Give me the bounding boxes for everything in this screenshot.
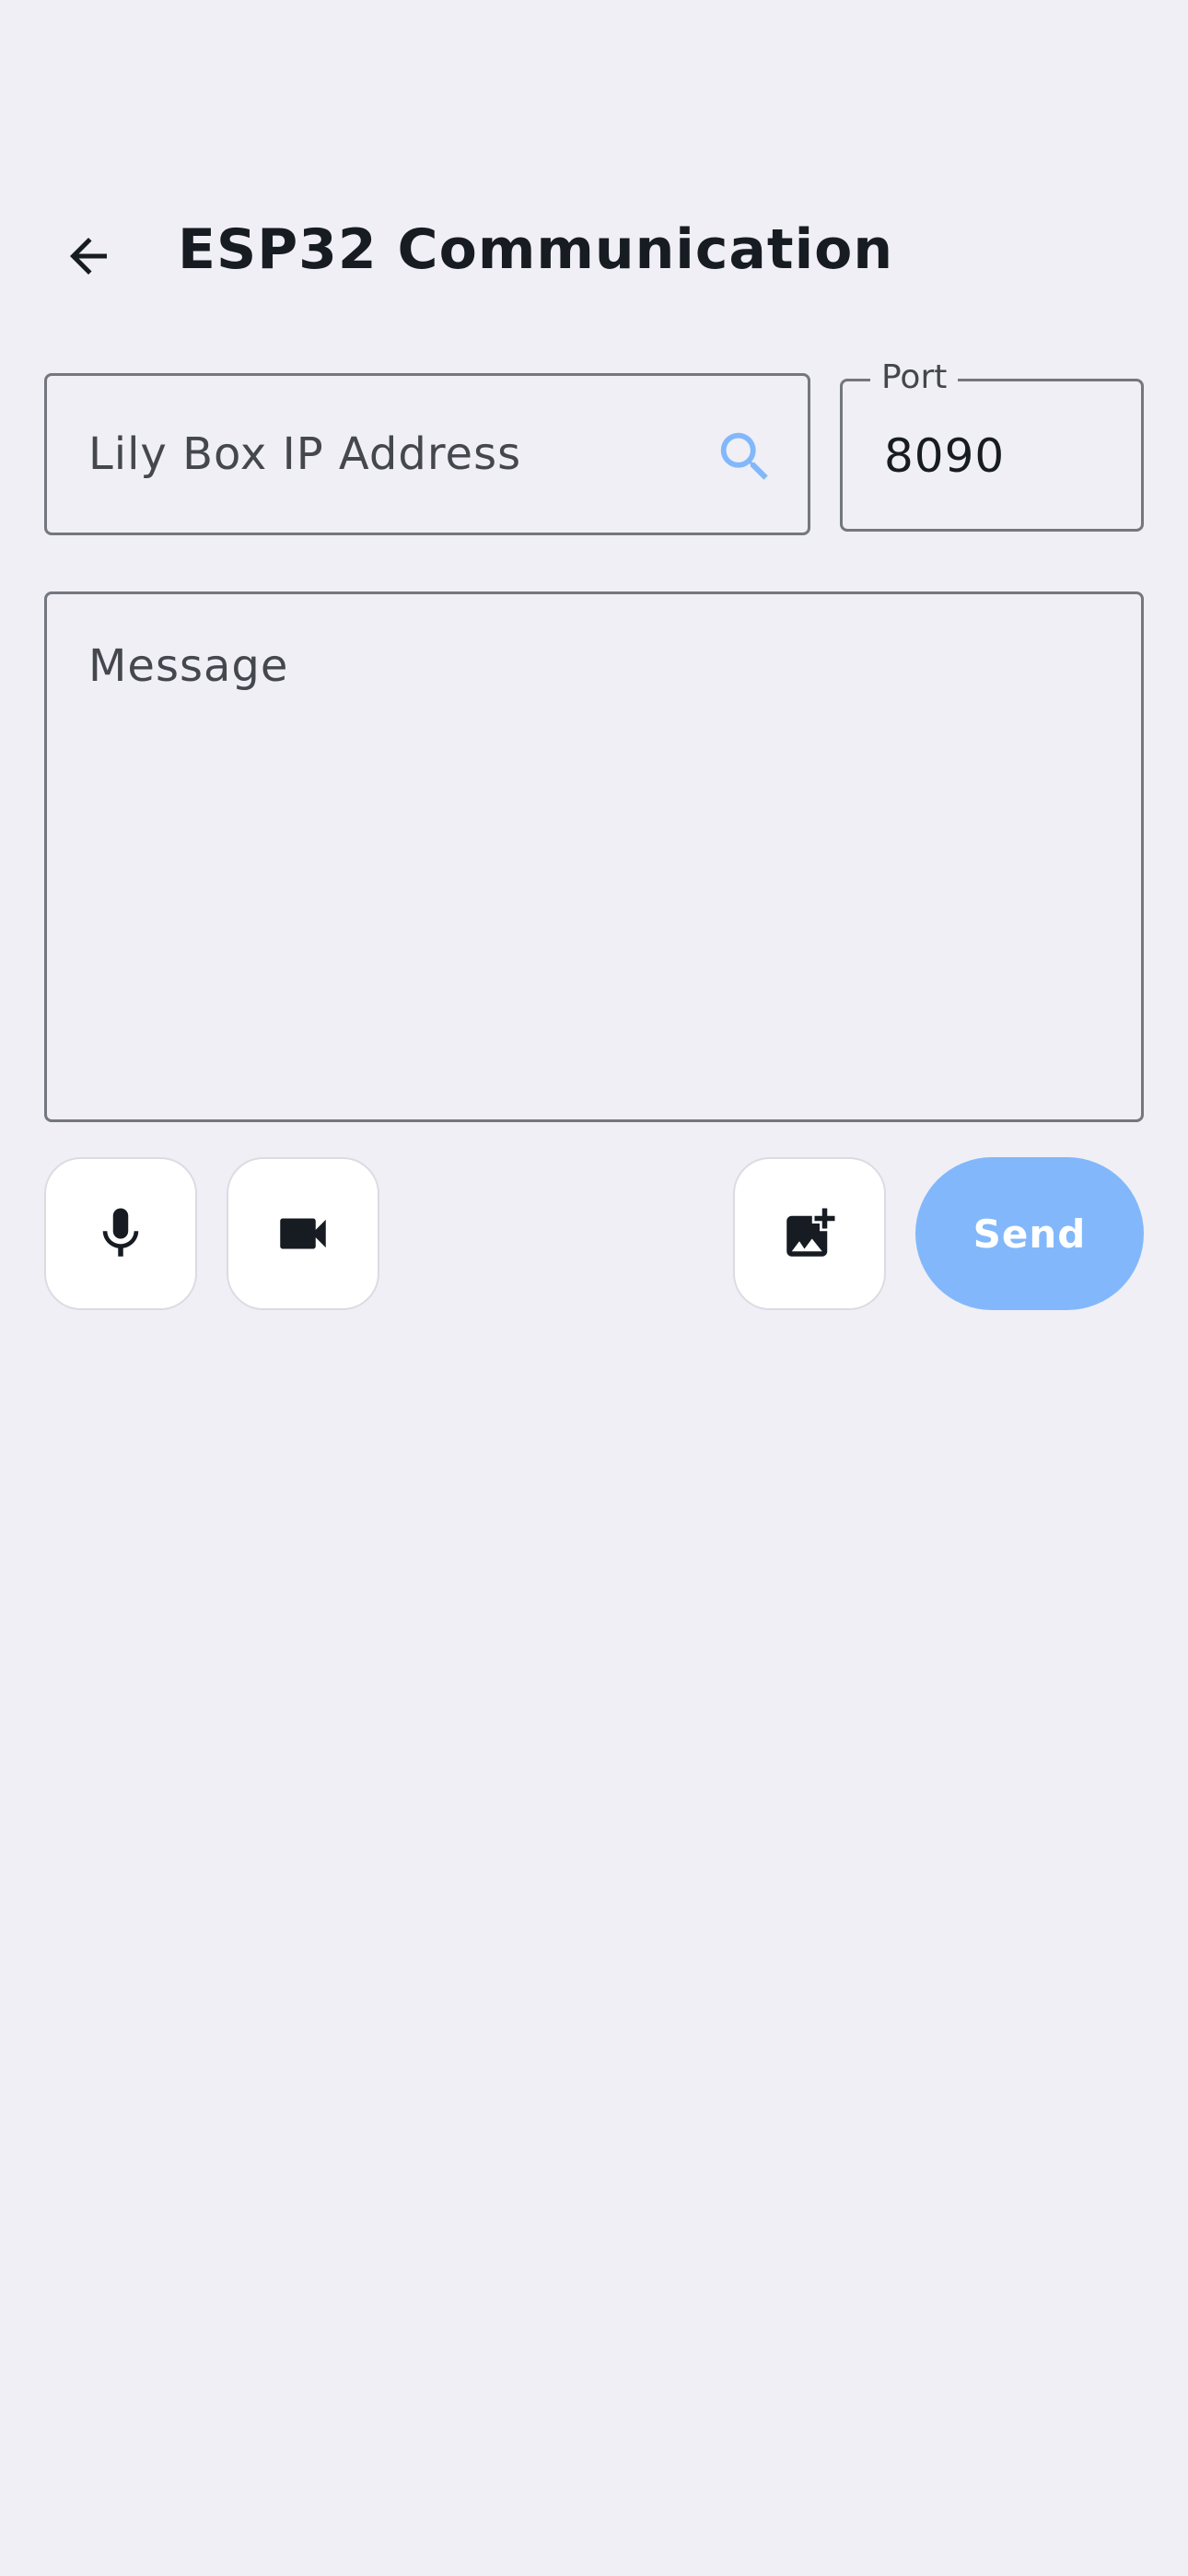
send-button[interactable]: Send [915,1157,1144,1310]
search-icon [720,432,768,480]
videocam-icon [280,1218,326,1249]
screen: ESP32 Communication Port Send [0,0,1188,2576]
message-input[interactable] [88,640,1101,1092]
message-field[interactable] [44,591,1144,1122]
page-title: ESP32 Communication [178,217,894,282]
port-label: Port [870,359,959,396]
ip-address-input[interactable] [88,413,715,496]
ip-address-field[interactable] [44,373,810,535]
port-field[interactable]: Port [840,359,1144,532]
app-bar: ESP32 Communication [0,184,1188,322]
port-input[interactable] [884,416,1124,496]
video-button[interactable] [227,1157,379,1310]
arrow-back-icon [70,238,107,275]
mic-icon [102,1208,139,1257]
add-image-button[interactable] [733,1157,886,1310]
back-button[interactable] [44,212,133,300]
add-photo-icon [786,1208,835,1257]
mic-button[interactable] [44,1157,197,1310]
search-button[interactable] [710,422,780,492]
